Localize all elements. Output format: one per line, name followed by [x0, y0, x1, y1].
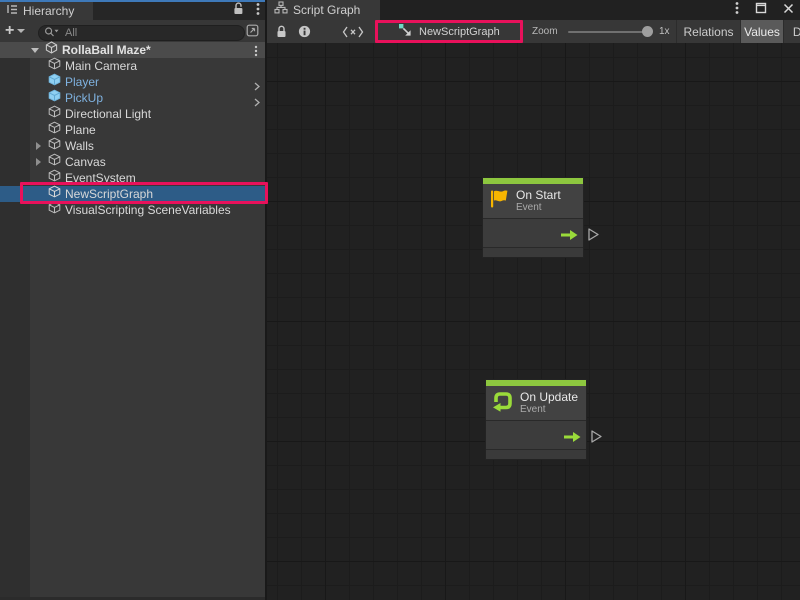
node-subtitle: Event [520, 404, 578, 416]
output-port[interactable] [590, 429, 603, 449]
unity-editor: Hierarchy + [0, 0, 800, 600]
unlock-icon[interactable] [232, 2, 244, 20]
chevron-down-icon [17, 29, 25, 33]
zoom-label: Zoom [532, 20, 558, 43]
kebab-menu-icon[interactable] [735, 1, 739, 20]
node-title: On Update [520, 391, 578, 404]
list-item-selected[interactable]: NewScriptGraph [0, 186, 265, 202]
graph-canvas[interactable]: On Start Event [267, 43, 800, 600]
values-button[interactable]: Values [740, 20, 783, 43]
list-item[interactable]: Player [0, 74, 265, 90]
scene-header-row[interactable]: RollaBall Maze* [0, 42, 265, 58]
loop-icon [491, 389, 514, 417]
node-subtitle: Event [516, 202, 561, 214]
foldout-closed-icon[interactable] [36, 158, 41, 166]
plus-icon: + [5, 23, 14, 39]
node-title: On Start [516, 189, 561, 202]
list-item[interactable]: Canvas [0, 154, 265, 170]
script-graph-panel: Script Graph [267, 0, 800, 600]
hierarchy-tree: RollaBall Maze* Main Camera Player [0, 42, 265, 597]
close-icon[interactable] [783, 1, 794, 19]
list-item[interactable]: Walls [0, 138, 265, 154]
flow-arrow-icon [563, 430, 582, 448]
tab-script-graph[interactable]: Script Graph [267, 0, 380, 20]
info-icon[interactable] [298, 20, 311, 43]
relations-button[interactable]: Relations [676, 20, 740, 43]
zoom-slider-handle[interactable] [642, 26, 653, 37]
dim-button[interactable]: Dim [783, 20, 800, 43]
graph-toolbar: NewScriptGraph Zoom 1x Relations Values … [267, 20, 800, 43]
node-footer [486, 450, 586, 459]
graph-icon [274, 1, 288, 19]
hierarchy-icon [6, 2, 18, 20]
list-item[interactable]: EventSystem [0, 170, 265, 186]
zoom-slider-track[interactable] [568, 31, 652, 33]
script-graph-asset-icon [398, 23, 412, 41]
tab-label: Hierarchy [23, 4, 74, 18]
list-item[interactable]: VisualScripting SceneVariables [0, 202, 265, 218]
list-item[interactable]: Directional Light [0, 106, 265, 122]
maximize-icon[interactable] [755, 1, 767, 19]
flag-icon [488, 188, 510, 215]
hierarchy-tab-bar: Hierarchy [0, 0, 265, 20]
search-input[interactable] [38, 25, 245, 41]
scene-name: RollaBall Maze* [62, 43, 151, 57]
variables-icon[interactable] [342, 20, 364, 43]
isolate-search-icon[interactable] [245, 23, 260, 38]
node-footer [483, 248, 583, 257]
hierarchy-panel: Hierarchy + [0, 0, 265, 600]
list-item[interactable]: Main Camera [0, 58, 265, 74]
lock-icon[interactable] [276, 20, 287, 43]
list-item[interactable]: PickUp [0, 90, 265, 106]
output-port[interactable] [587, 227, 600, 247]
breadcrumb[interactable]: NewScriptGraph [398, 20, 500, 43]
cube-icon [48, 201, 61, 219]
hierarchy-toolbar: + [0, 20, 265, 42]
kebab-menu-icon[interactable] [256, 2, 260, 21]
tab-hierarchy[interactable]: Hierarchy [0, 2, 93, 20]
tab-label: Script Graph [293, 3, 360, 17]
graph-title-bar: Script Graph [267, 0, 800, 20]
node-on-start[interactable]: On Start Event [482, 177, 584, 258]
add-object-button[interactable]: + [5, 22, 25, 40]
node-on-update[interactable]: On Update Event [485, 379, 587, 460]
breadcrumb-label: NewScriptGraph [419, 26, 500, 38]
zoom-value: 1x [659, 20, 670, 43]
foldout-open-icon[interactable] [31, 48, 39, 53]
foldout-closed-icon[interactable] [36, 142, 41, 150]
flow-arrow-icon [560, 228, 579, 246]
list-item[interactable]: Plane [0, 122, 265, 138]
